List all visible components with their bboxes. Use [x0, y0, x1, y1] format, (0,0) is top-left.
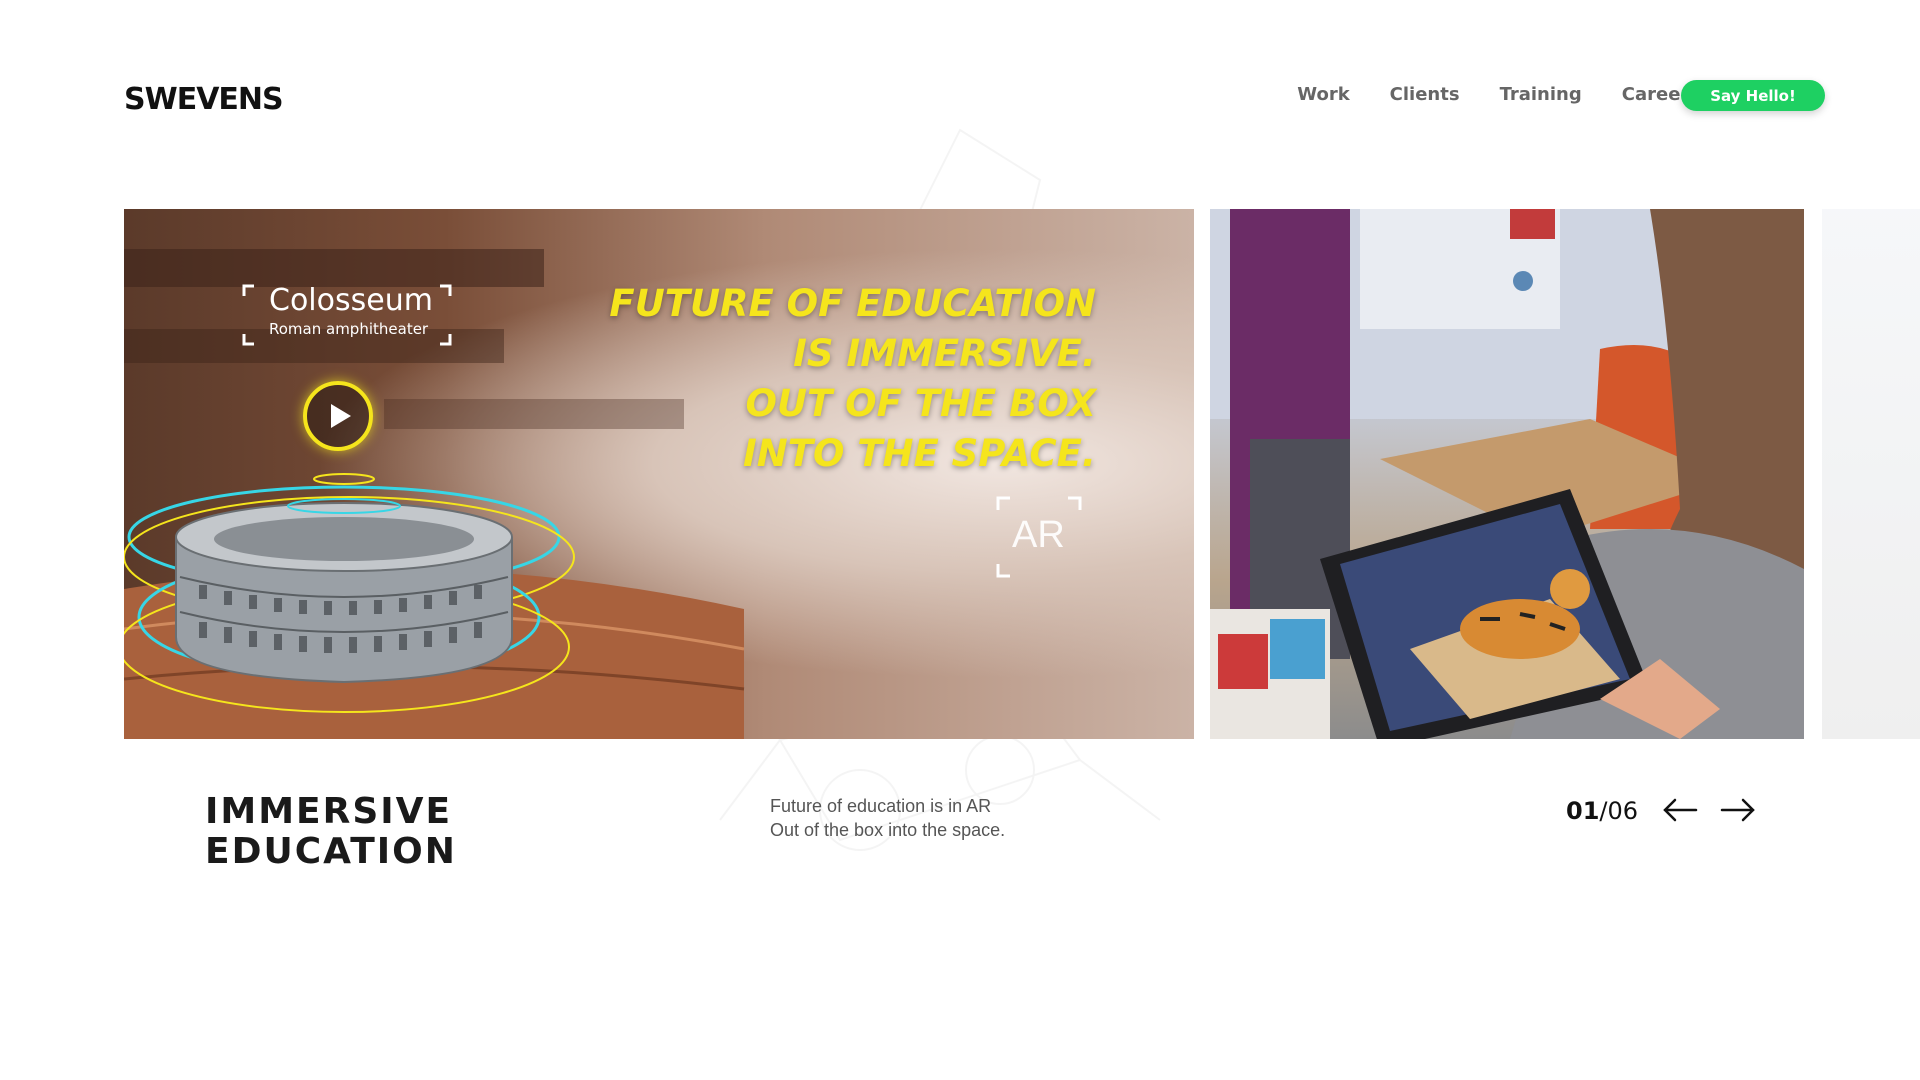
arrow-right-icon: [1720, 798, 1755, 822]
slide-headline: FUTURE OF EDUCATION IS IMMERSIVE. OUT OF…: [609, 279, 1096, 479]
headline-line: FUTURE OF EDUCATION: [609, 282, 1096, 325]
say-hello-button[interactable]: Say Hello!: [1681, 80, 1825, 111]
slide-title-line: EDUCATION: [205, 831, 457, 872]
slide-description: Future of education is in AR Out of the …: [770, 794, 1005, 842]
main-nav: Work Clients Training Careers: [1297, 84, 1700, 105]
slide-description-line: Out of the box into the space.: [770, 820, 1006, 840]
brand-logo[interactable]: SWEVENS: [124, 82, 284, 117]
prev-slide-button[interactable]: [1662, 796, 1698, 824]
slide-immersive-education[interactable]: Colosseum Roman amphitheater FUTURE OF E…: [124, 209, 1194, 739]
headline-line: IS IMMERSIVE.: [793, 332, 1096, 375]
play-icon: [331, 404, 351, 428]
ar-badge: AR: [1012, 514, 1065, 556]
slide-description-line: Future of education is in AR: [770, 796, 992, 816]
nav-work[interactable]: Work: [1297, 84, 1349, 105]
slide-next-peek[interactable]: [1822, 209, 1920, 739]
slide-title: IMMERSIVE EDUCATION: [205, 792, 457, 872]
hologram-top-rings: [287, 473, 401, 514]
nav-training[interactable]: Training: [1500, 84, 1582, 105]
slide-title-line: IMMERSIVE: [205, 791, 453, 832]
ar-tablet: [1320, 489, 1720, 739]
colosseum-label-subtitle: Roman amphitheater: [269, 320, 429, 338]
slide-counter: 01/06: [1566, 797, 1638, 825]
next-slide-button[interactable]: [1720, 796, 1756, 824]
colosseum-label-title: Colosseum: [269, 283, 433, 318]
headline-line: INTO THE SPACE.: [742, 432, 1096, 475]
slide-ar-tablet[interactable]: [1210, 209, 1804, 739]
play-video-button[interactable]: [303, 381, 373, 451]
slide-counter-total: /06: [1599, 797, 1639, 825]
slide-counter-current: 01: [1566, 797, 1600, 825]
nav-clients[interactable]: Clients: [1390, 84, 1460, 105]
headline-line: OUT OF THE BOX: [745, 382, 1096, 425]
arrow-left-icon: [1663, 798, 1698, 822]
